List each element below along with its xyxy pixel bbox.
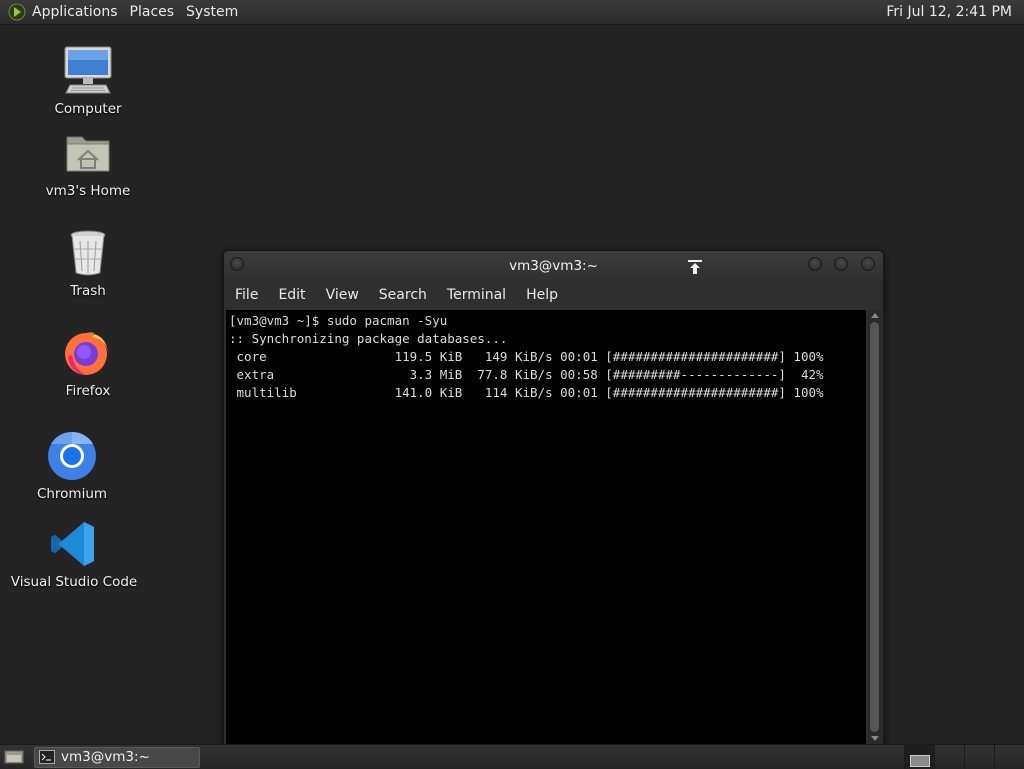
menu-view[interactable]: View [319,287,366,303]
menu-search[interactable]: Search [372,287,434,303]
desktop-icon-computer[interactable]: Computer [18,45,158,117]
desktop-icon-home[interactable]: vm3's Home [18,127,158,199]
firefox-icon [62,327,114,379]
bottom-panel: vm3@vm3:~ [0,744,1024,769]
computer-icon [62,45,114,97]
places-menu-label: Places [129,4,175,20]
desktop-icon-label: Computer [54,101,122,117]
show-desktop-button[interactable] [0,745,28,769]
menu-file[interactable]: File [228,287,265,303]
desktop-icon-vscode[interactable]: Visual Studio Code [4,518,144,590]
desktop-icon-label: Trash [70,283,106,299]
terminal-window[interactable]: vm3@vm3:~ File Edit View Search Terminal… [223,250,884,746]
workspace-3[interactable] [964,745,994,769]
terminal-line: extra 3.3 MiB 77.8 KiB/s 00:58 [########… [229,367,824,382]
terminal-line: multilib 141.0 KiB 114 KiB/s 00:01 [####… [229,385,824,400]
desktop-icon-trash[interactable]: Trash [18,227,158,299]
system-menu[interactable]: System [180,0,244,24]
applications-menu[interactable]: Applications [0,0,124,24]
terminal-icon [39,750,55,764]
workspace-window-thumbnail [909,755,930,767]
desktop-icon-chromium[interactable]: Chromium [2,430,142,502]
maximize-button[interactable] [834,257,848,271]
menu-terminal[interactable]: Terminal [440,287,513,303]
scroll-thumb[interactable] [870,322,879,732]
terminal-output[interactable]: [vm3@vm3 ~]$ sudo pacman -Syu:: Synchron… [226,310,866,744]
system-menu-label: System [186,4,239,20]
places-menu[interactable]: Places [124,0,181,24]
desktop-icon-firefox[interactable]: Firefox [18,327,158,399]
show-desktop-icon [4,750,24,764]
chromium-icon [46,430,98,482]
desktop-icon-label: Visual Studio Code [10,574,138,590]
terminal-titlebar[interactable]: vm3@vm3:~ [224,251,883,281]
window-menu-button[interactable] [230,257,244,271]
scroll-down-arrow-icon[interactable] [871,736,879,741]
applications-menu-label: Applications [32,4,118,20]
taskbar-button-terminal[interactable]: vm3@vm3:~ [34,746,200,768]
workspace-1[interactable] [904,745,934,769]
terminal-scrollbar[interactable] [868,310,882,744]
scroll-up-arrow-icon[interactable] [871,313,879,318]
terminal-line: [vm3@vm3 ~]$ sudo pacman -Syu [229,313,448,328]
trash-icon [62,227,114,279]
terminal-menubar: File Edit View Search Terminal Help [224,281,883,309]
applications-logo-icon [8,3,26,21]
desktop-icon-label: Chromium [36,486,108,502]
minimize-button[interactable] [808,257,822,271]
clock[interactable]: Fri Jul 12, 2:41 PM [886,4,1024,20]
close-button[interactable] [861,257,875,271]
terminal-line: core 119.5 KiB 149 KiB/s 00:01 [########… [229,349,824,364]
window-title: vm3@vm3:~ [509,258,598,274]
vscode-icon [48,518,100,570]
top-panel: Applications Places System Fri Jul 12, 2… [0,0,1024,25]
desktop-icon-label: vm3's Home [45,183,131,199]
home-folder-icon [62,127,114,179]
workspace-switcher[interactable] [904,745,1024,769]
workspace-2[interactable] [934,745,964,769]
menu-edit[interactable]: Edit [271,287,312,303]
desktop-icon-label: Firefox [65,383,111,399]
menu-help[interactable]: Help [519,287,565,303]
terminal-line: :: Synchronizing package databases... [229,331,508,346]
taskbar-button-label: vm3@vm3:~ [61,749,150,765]
pin-icon[interactable] [686,258,704,276]
workspace-4[interactable] [994,745,1024,769]
